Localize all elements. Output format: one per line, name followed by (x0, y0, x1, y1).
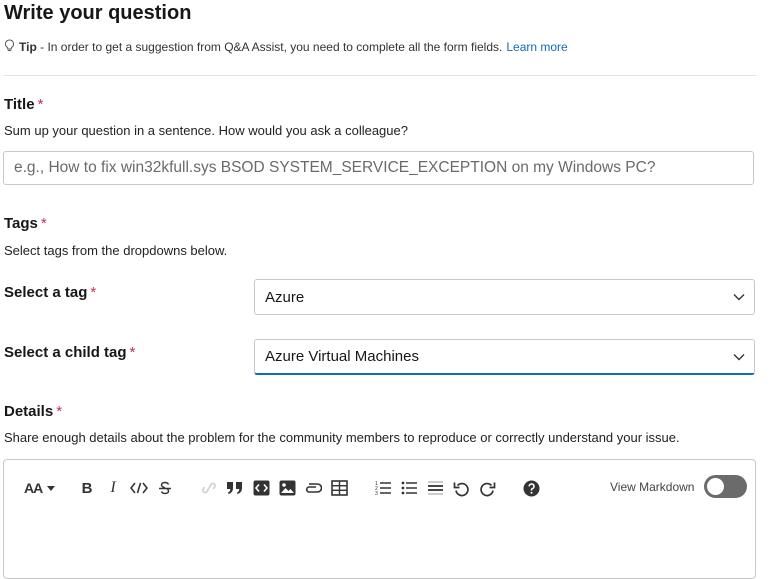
horizontal-rule-icon[interactable] (425, 478, 445, 498)
details-label-text: Details (4, 403, 54, 420)
required-marker: * (40, 215, 47, 232)
required-marker: * (56, 403, 63, 420)
tag-select-value: Azure (265, 288, 305, 306)
tags-description: Select tags from the dropdowns below. (4, 243, 228, 258)
help-icon[interactable] (521, 478, 541, 498)
child-tag-select[interactable]: Azure Virtual Machines (254, 339, 755, 375)
select-child-tag-label-text: Select a child tag (4, 344, 127, 361)
tip-label: Tip (19, 40, 37, 54)
font-size-label: AA (24, 480, 43, 496)
caret-down-icon (47, 485, 56, 491)
select-tag-label-text: Select a tag (4, 284, 88, 301)
details-editor[interactable]: AA B I 123 View Markdown (3, 459, 756, 579)
table-icon[interactable] (329, 478, 349, 498)
required-marker: * (90, 284, 97, 301)
lightbulb-icon (4, 39, 15, 55)
tip-banner: Tip - In order to get a suggestion from … (4, 39, 568, 55)
bulleted-list-icon[interactable] (399, 478, 419, 498)
tip-text: - In order to get a suggestion from Q&A … (36, 40, 503, 54)
child-tag-select-value: Azure Virtual Machines (265, 348, 419, 365)
select-tag-label: Select a tag * (4, 284, 96, 301)
attachment-icon[interactable] (303, 478, 323, 498)
link-icon[interactable] (199, 478, 219, 498)
tags-label-text: Tags (4, 215, 38, 232)
code-icon[interactable] (128, 478, 150, 498)
view-markdown-label: View Markdown (610, 480, 695, 494)
numbered-list-icon[interactable]: 123 (373, 478, 393, 498)
italic-icon[interactable]: I (104, 478, 122, 498)
tag-select[interactable]: Azure (254, 279, 755, 315)
bold-icon[interactable]: B (78, 478, 96, 498)
quote-icon[interactable] (225, 478, 245, 498)
image-icon[interactable] (277, 478, 297, 498)
divider (4, 75, 756, 76)
svg-text:3: 3 (375, 491, 378, 496)
title-description: Sum up your question in a sentence. How … (4, 123, 408, 138)
view-markdown-toggle[interactable] (704, 475, 747, 498)
learn-more-link[interactable]: Learn more (506, 40, 567, 54)
chevron-down-icon (724, 353, 754, 361)
details-label: Details * (4, 403, 62, 420)
tags-label: Tags * (4, 215, 47, 232)
redo-icon[interactable] (477, 478, 497, 498)
chevron-down-icon (724, 293, 754, 301)
undo-icon[interactable] (451, 478, 471, 498)
font-size-icon[interactable]: AA (24, 478, 66, 498)
required-marker: * (129, 344, 136, 361)
details-description: Share enough details about the problem f… (4, 430, 680, 445)
title-input[interactable] (3, 151, 754, 185)
required-marker: * (37, 96, 44, 113)
code-block-icon[interactable] (251, 478, 271, 498)
title-label-text: Title (4, 96, 35, 113)
page-title: Write your question (4, 2, 192, 24)
title-label: Title * (4, 96, 43, 113)
select-child-tag-label: Select a child tag * (4, 344, 135, 361)
toggle-knob (707, 478, 724, 495)
strikethrough-icon[interactable] (156, 478, 174, 498)
